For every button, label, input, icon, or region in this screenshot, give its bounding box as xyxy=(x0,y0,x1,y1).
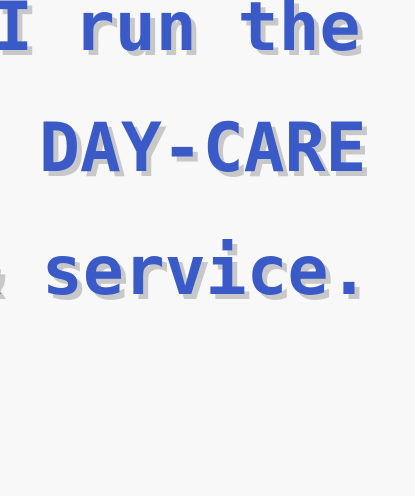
dialogue-line-1: I run the xyxy=(0,0,361,67)
dialogue-line-3: & service. xyxy=(0,232,370,311)
dialogue-line-2: DAY-CARE xyxy=(0,109,367,188)
dialogue-screen: I run the DAY-CARE & service. xyxy=(0,0,415,496)
